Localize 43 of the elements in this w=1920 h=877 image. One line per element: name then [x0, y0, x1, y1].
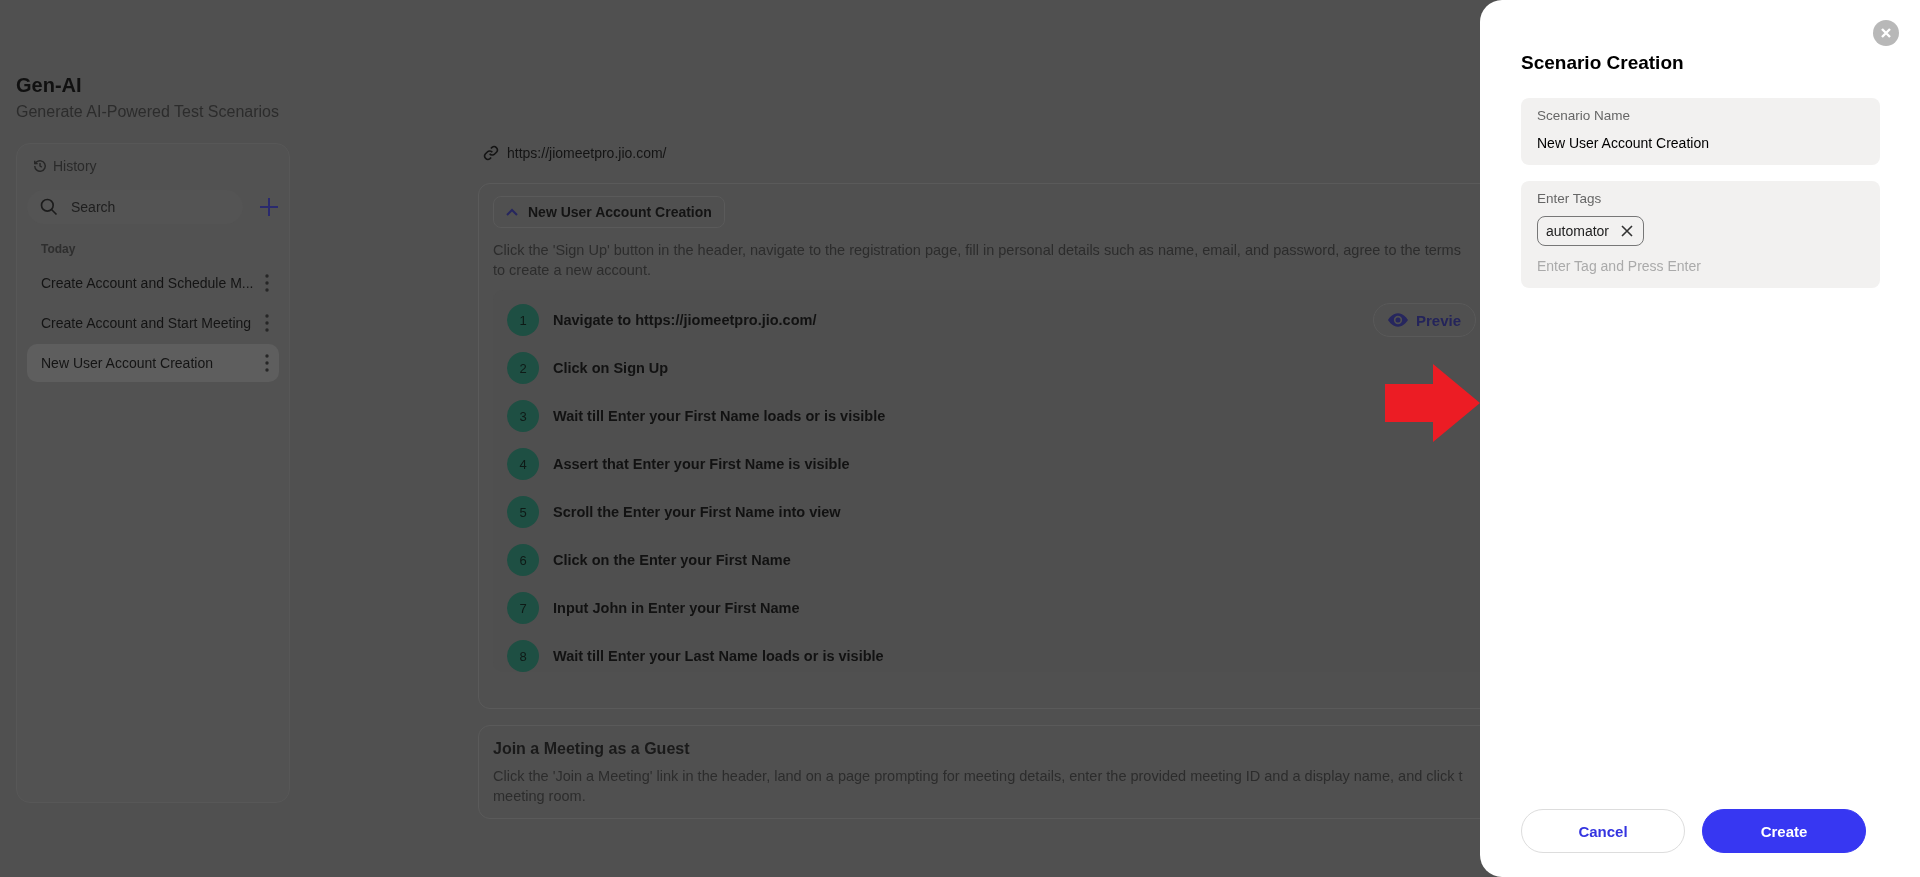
step-text: Assert that Enter your First Name is visible — [553, 456, 850, 472]
more-button[interactable] — [265, 314, 269, 332]
step-text: Input John in Enter your First Name — [553, 600, 800, 616]
history-item-label: Create Account and Schedule M... — [41, 275, 254, 291]
url-text: https://jiomeetpro.jio.com/ — [507, 145, 667, 161]
history-item-label: New User Account Creation — [41, 355, 213, 371]
step-text: Scroll the Enter your First Name into view — [553, 504, 841, 520]
close-icon — [1881, 28, 1891, 38]
collapse-button[interactable]: New User Account Creation — [493, 196, 725, 228]
field-label: Enter Tags — [1537, 191, 1603, 206]
add-button[interactable] — [259, 197, 279, 217]
eye-icon — [1388, 313, 1408, 327]
vertical-dots-icon — [265, 274, 269, 292]
step-text: Wait till Enter your First Name loads or is visible — [553, 408, 886, 424]
step-text: Click on the Enter your First Name — [553, 552, 791, 568]
tag-input[interactable]: Enter Tag and Press Enter — [1537, 258, 1864, 274]
history-item[interactable]: Create Account and Start Meeting — [27, 304, 279, 342]
vertical-dots-icon — [265, 354, 269, 372]
history-item-label: Create Account and Start Meeting — [41, 315, 252, 331]
page-title: Gen-AI — [16, 74, 83, 97]
vertical-dots-icon — [265, 314, 269, 332]
tag-label: automator — [1546, 223, 1610, 239]
history-icon — [33, 159, 47, 173]
chevron-up-icon — [506, 208, 518, 216]
cancel-button[interactable]: Cancel — [1521, 809, 1685, 853]
more-button[interactable] — [265, 274, 269, 292]
step-text: Wait till Enter your Last Name loads or is visible — [553, 648, 884, 664]
link-icon — [483, 145, 499, 161]
field-label: Scenario Name — [1537, 108, 1632, 123]
close-button[interactable] — [1873, 20, 1899, 46]
arrow-icon — [1385, 364, 1480, 442]
close-icon — [1621, 225, 1634, 237]
step-text: Click on Sign Up — [553, 360, 669, 376]
history-item[interactable]: Create Account and Schedule M... — [27, 264, 279, 302]
scenario-name-input[interactable]: New User Account Creation — [1537, 135, 1864, 151]
drawer-title: Scenario Creation — [1521, 52, 1685, 74]
plus-icon — [259, 197, 279, 217]
more-button[interactable] — [265, 354, 269, 372]
step-text: Navigate to https://jiomeetpro.jio.com/ — [553, 312, 817, 328]
create-button[interactable]: Create — [1702, 809, 1866, 853]
remove-tag-button[interactable] — [1621, 225, 1634, 237]
history-item[interactable]: New User Account Creation — [27, 344, 279, 382]
search-icon — [39, 197, 59, 217]
